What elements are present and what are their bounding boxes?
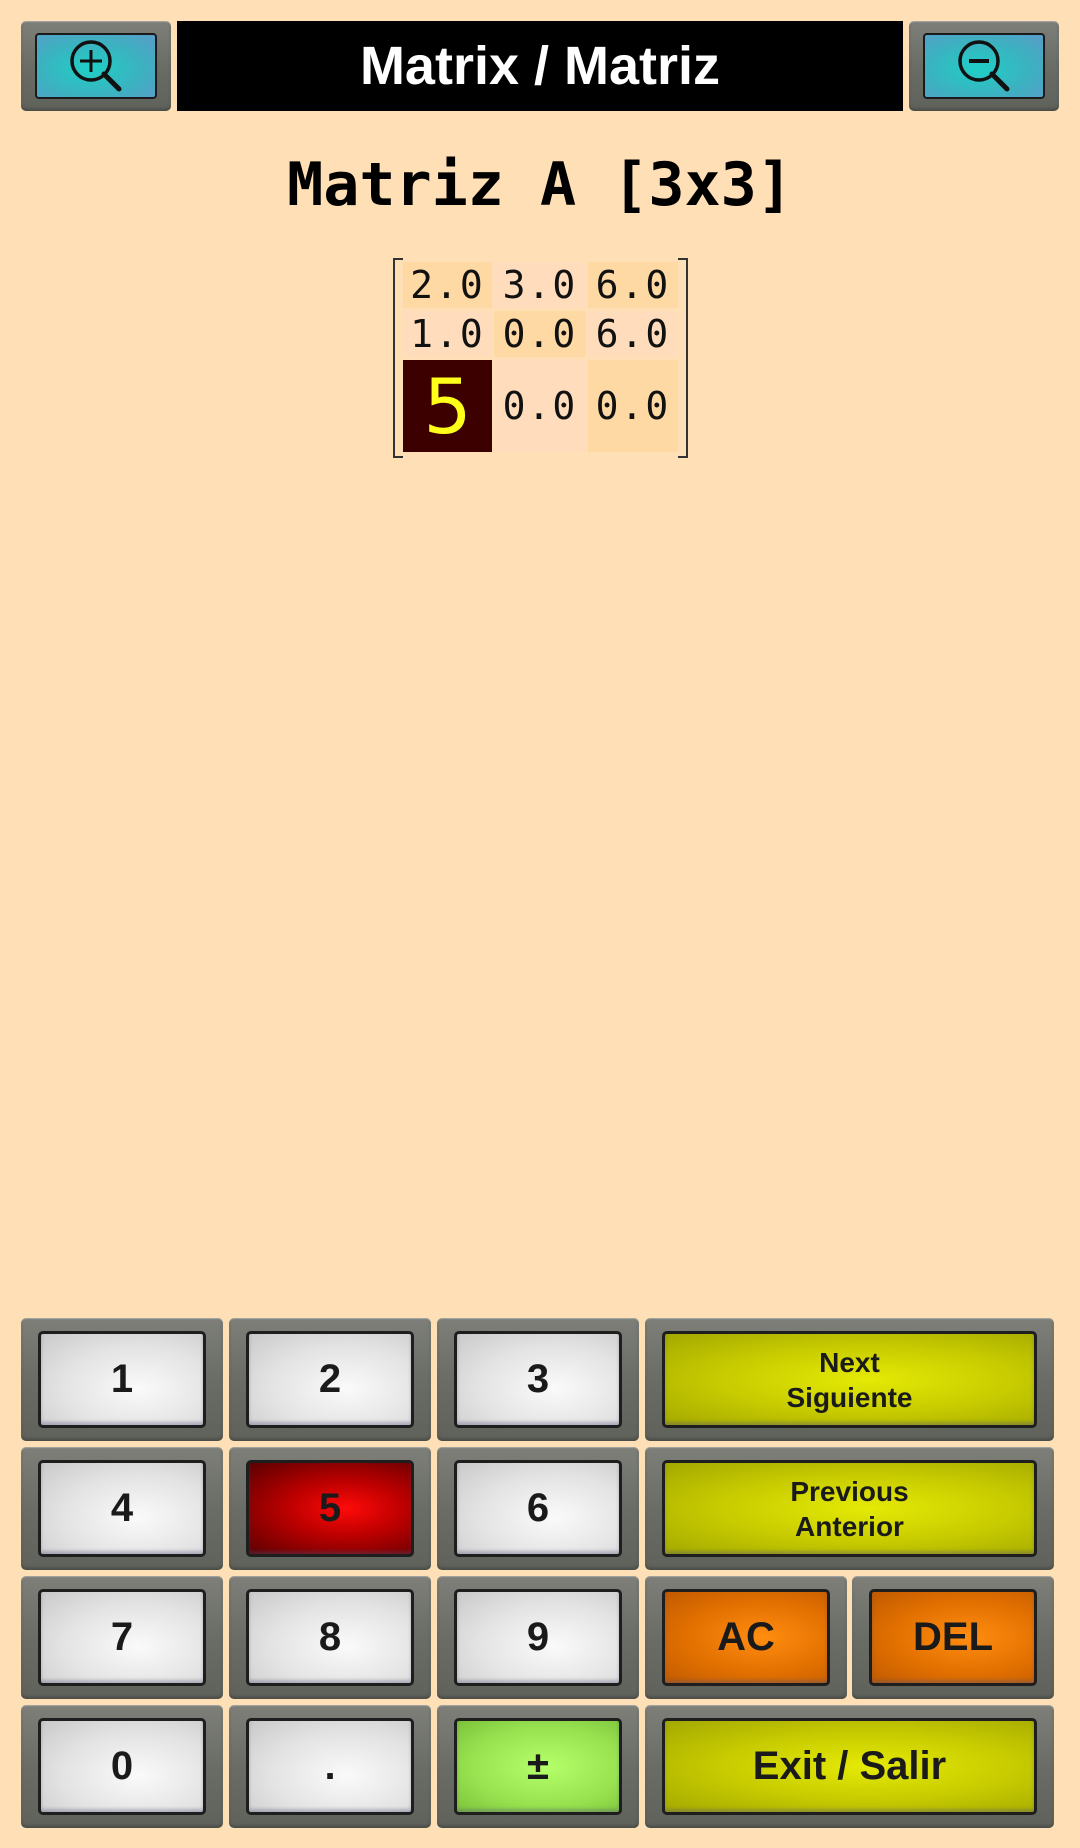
key-5-label: 5 [246, 1460, 414, 1557]
zoom-in-button[interactable] [21, 21, 171, 111]
ac-button[interactable]: AC [645, 1576, 847, 1699]
key-1[interactable]: 1 [21, 1318, 223, 1441]
matrix-cell-r3c1-active[interactable]: 5 [403, 360, 492, 452]
key-8[interactable]: 8 [229, 1576, 431, 1699]
matrix-right-bracket [678, 258, 688, 458]
matrix-left-bracket [393, 258, 403, 458]
key-0[interactable]: 0 [21, 1705, 223, 1828]
zoom-in-icon [70, 40, 122, 92]
previous-button[interactable]: Previous Anterior [645, 1447, 1054, 1570]
zoom-out-icon [958, 40, 1010, 92]
matrix-cell-r2c3[interactable]: 6.0 [588, 311, 678, 357]
key-8-label: 8 [246, 1589, 414, 1686]
key-2[interactable]: 2 [229, 1318, 431, 1441]
key-6[interactable]: 6 [437, 1447, 639, 1570]
exit-button[interactable]: Exit / Salir [645, 1705, 1054, 1828]
matrix-cell-r1c3[interactable]: 6.0 [588, 262, 678, 308]
zoom-in-button-face [35, 33, 157, 99]
key-3[interactable]: 3 [437, 1318, 639, 1441]
app-title-bar: Matrix / Matriz [177, 21, 903, 111]
next-button-label: Next Siguiente [662, 1331, 1037, 1428]
key-3-label: 3 [454, 1331, 622, 1428]
matrix-cell-r2c2[interactable]: 0.0 [494, 311, 586, 357]
matrix-cell-r2c1[interactable]: 1.0 [403, 311, 492, 357]
key-9[interactable]: 9 [437, 1576, 639, 1699]
key-0-label: 0 [38, 1718, 206, 1815]
next-label-en: Next [819, 1346, 880, 1378]
next-label-es: Siguiente [786, 1381, 913, 1413]
next-button[interactable]: Next Siguiente [645, 1318, 1054, 1441]
key-decimal-label: . [246, 1718, 414, 1815]
del-button-label: DEL [869, 1589, 1037, 1686]
app-title: Matrix / Matriz [359, 36, 721, 96]
key-7-label: 7 [38, 1589, 206, 1686]
ac-button-label: AC [662, 1589, 830, 1686]
previous-button-label: Previous Anterior [662, 1460, 1037, 1557]
key-7[interactable]: 7 [21, 1576, 223, 1699]
key-decimal-point[interactable]: . [229, 1705, 431, 1828]
key-9-label: 9 [454, 1589, 622, 1686]
key-2-label: 2 [246, 1331, 414, 1428]
key-4-label: 4 [38, 1460, 206, 1557]
previous-label-en: Previous [790, 1475, 909, 1507]
key-6-label: 6 [454, 1460, 622, 1557]
zoom-out-button-face [923, 33, 1045, 99]
matrix-cell-r3c3[interactable]: 0.0 [588, 360, 678, 452]
key-5-pressed[interactable]: 5 [229, 1447, 431, 1570]
previous-label-es: Anterior [795, 1510, 904, 1542]
matrix-cell-r3c2[interactable]: 0.0 [494, 360, 586, 452]
matrix-cell-r1c2[interactable]: 3.0 [494, 262, 586, 308]
exit-button-label: Exit / Salir [662, 1718, 1037, 1815]
key-plus-minus[interactable]: ± [437, 1705, 639, 1828]
matrix-cell-r1c1[interactable]: 2.0 [403, 262, 492, 308]
key-plus-minus-label: ± [454, 1718, 622, 1815]
zoom-out-button[interactable] [909, 21, 1059, 111]
del-button[interactable]: DEL [852, 1576, 1054, 1699]
key-4[interactable]: 4 [21, 1447, 223, 1570]
key-1-label: 1 [38, 1331, 206, 1428]
matrix-heading: Matriz A [3x3] [287, 150, 793, 220]
